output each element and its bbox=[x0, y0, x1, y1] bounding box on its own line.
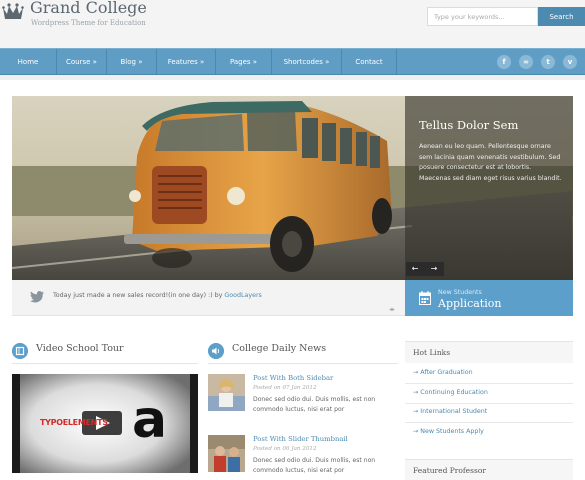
news-item-excerpt: Donec sed odio dui. Duis mollis, est non… bbox=[253, 457, 376, 474]
calendar-icon bbox=[419, 291, 431, 305]
application-title: Application bbox=[438, 297, 502, 310]
speaker-icon bbox=[208, 343, 224, 359]
news-item-date: Posted on 07 Jan 2012 bbox=[253, 385, 317, 391]
video-player[interactable]: TYPOELEMENTS a bbox=[12, 374, 198, 473]
twitter-bird-icon bbox=[30, 291, 44, 303]
crown-logo-icon[interactable] bbox=[2, 0, 24, 22]
hot-link-international-student[interactable]: → International Student bbox=[413, 408, 487, 415]
hot-links-header: Hot Links bbox=[405, 341, 573, 363]
news-thumbnail[interactable] bbox=[208, 374, 245, 411]
video-section-title: Video School Tour bbox=[36, 343, 124, 354]
hot-link-separator bbox=[405, 383, 573, 384]
news-section-title: College Daily News bbox=[232, 343, 327, 354]
news-item-date: Posted on 06 Jan 2012 bbox=[253, 446, 317, 452]
hot-link-separator bbox=[405, 422, 573, 423]
news-item-excerpt: Donec sed odio dui. Duis mollis, est non… bbox=[253, 396, 376, 413]
news-thumbnail[interactable] bbox=[208, 435, 245, 472]
news-divider bbox=[208, 363, 398, 364]
tweet-bar: Today just made a new sales record!(in o… bbox=[12, 280, 405, 316]
nav-item-features[interactable]: Features » bbox=[157, 49, 216, 75]
slider-caption-title[interactable]: Tellus Dolor Sem bbox=[419, 118, 518, 132]
nav-item-contact[interactable]: Contact bbox=[342, 49, 397, 75]
nav-item-home[interactable]: Home bbox=[0, 49, 57, 75]
video-brand-text: TYPOELEMENTS bbox=[40, 418, 108, 427]
application-subtitle: New Students bbox=[438, 289, 482, 296]
vimeo-icon[interactable]: v bbox=[563, 55, 577, 69]
film-icon bbox=[12, 343, 28, 359]
featured-professor-title: Featured Professor bbox=[413, 466, 486, 475]
site-title[interactable]: Grand College bbox=[30, 0, 147, 17]
news-item-title[interactable]: Post With Slider Thumbnail bbox=[253, 435, 348, 443]
nav-item-pages[interactable]: Pages » bbox=[216, 49, 272, 75]
hot-link-separator bbox=[405, 403, 573, 404]
featured-professor-header: Featured Professor bbox=[405, 459, 573, 480]
slider-prev-button[interactable]: ← bbox=[406, 262, 424, 276]
slider-caption-text: Aenean eu leo quam. Pellentesque ornare … bbox=[419, 143, 562, 182]
slider-next-button[interactable]: → bbox=[425, 262, 443, 276]
flickr-icon[interactable]: ∞ bbox=[519, 55, 533, 69]
main-nav: Home Course » Blog » Features » Pages » … bbox=[0, 48, 585, 75]
nav-item-shortcodes[interactable]: Shortcodes » bbox=[272, 49, 342, 75]
nav-item-course[interactable]: Course » bbox=[57, 49, 107, 75]
tweet-nav-icon[interactable]: ◂▸ bbox=[389, 306, 395, 313]
video-divider bbox=[12, 363, 198, 364]
site-tagline: Wordpress Theme for Education bbox=[31, 19, 146, 27]
application-banner[interactable]: New Students Application bbox=[405, 280, 573, 316]
tweet-text: Today just made a new sales record!(in o… bbox=[53, 292, 262, 299]
social-icons: f ∞ t v bbox=[497, 55, 577, 69]
hot-link-new-students-apply[interactable]: → New Students Apply bbox=[413, 428, 484, 435]
search-button[interactable]: Search bbox=[538, 7, 585, 26]
twitter-icon[interactable]: t bbox=[541, 55, 555, 69]
tweet-author-link[interactable]: GoodLayers bbox=[224, 292, 261, 299]
video-section-header: Video School Tour bbox=[12, 341, 198, 361]
news-section-header: College Daily News bbox=[208, 341, 398, 361]
site-header: Grand College Wordpress Theme for Educat… bbox=[0, 0, 585, 48]
hot-link-after-graduation[interactable]: → After Graduation bbox=[413, 369, 473, 376]
search-input[interactable] bbox=[427, 7, 538, 26]
hot-link-continuing-education[interactable]: → Continuing Education bbox=[413, 389, 488, 396]
hot-links-title: Hot Links bbox=[413, 348, 451, 357]
facebook-icon[interactable]: f bbox=[497, 55, 511, 69]
nav-item-blog[interactable]: Blog » bbox=[107, 49, 157, 75]
news-item: Post With Both Sidebar Posted on 07 Jan … bbox=[208, 374, 398, 419]
news-item: Post With Slider Thumbnail Posted on 06 … bbox=[208, 435, 398, 480]
tweet-body: Today just made a new sales record!(in o… bbox=[53, 292, 223, 299]
video-big-letter: a bbox=[132, 390, 168, 450]
slider-caption: Tellus Dolor Sem Aenean eu leo quam. Pel… bbox=[405, 96, 573, 280]
news-item-title[interactable]: Post With Both Sidebar bbox=[253, 374, 333, 382]
slider-arrows: ← → bbox=[406, 262, 444, 276]
